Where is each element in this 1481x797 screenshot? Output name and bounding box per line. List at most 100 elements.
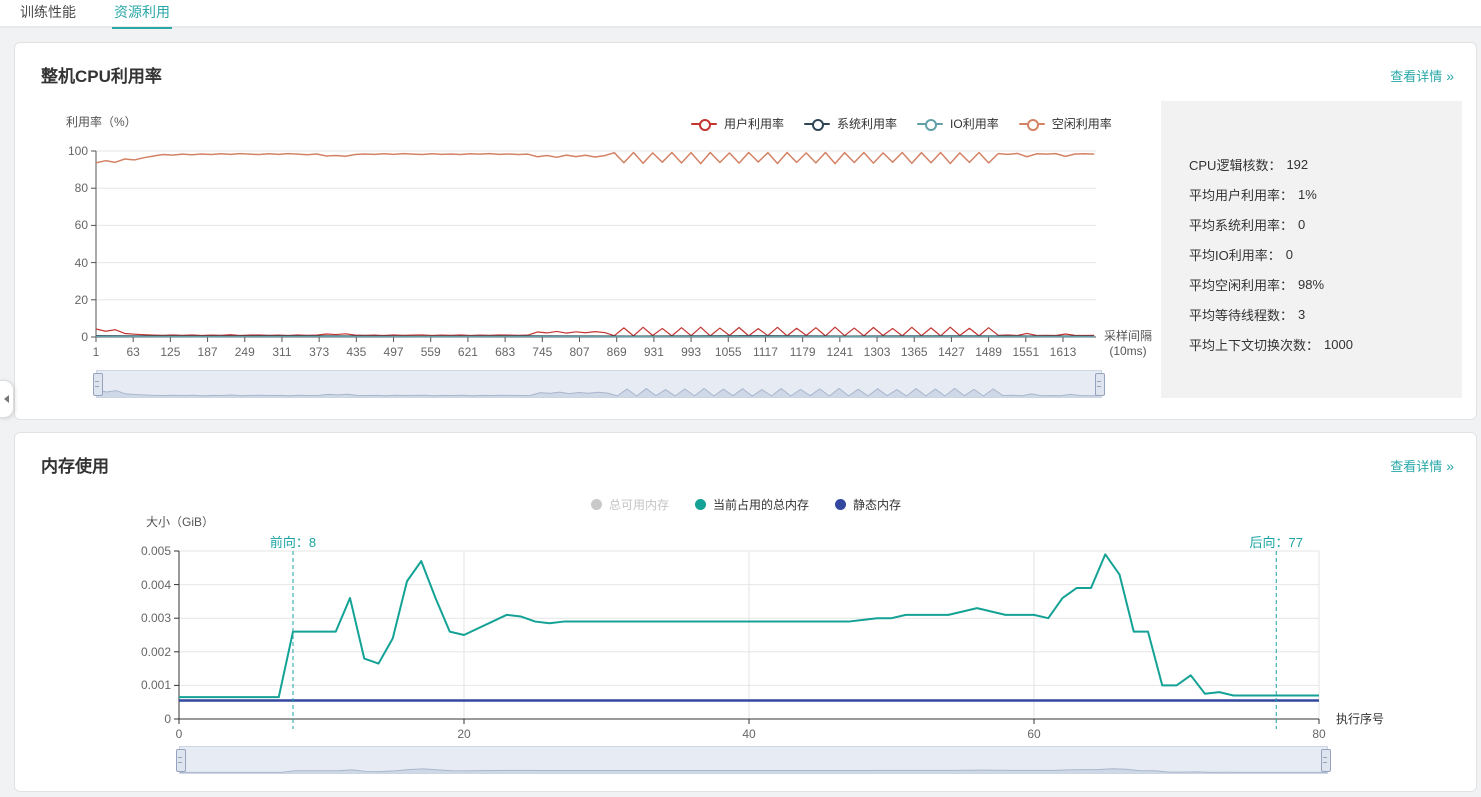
legend-item-current-used-memory[interactable]: 当前占用的总内存 [695, 496, 809, 513]
stat-logical-cores: CPU逻辑核数：192 [1189, 149, 1452, 179]
chevron-right-icon: » [1446, 68, 1454, 84]
stat-avg-io-utilization: 平均IO利用率：0 [1189, 239, 1452, 269]
dot-marker-icon [835, 499, 846, 510]
tick-label: 60 [75, 218, 96, 232]
cpu-legend: 用户利用率 系统利用率 IO利用率 [691, 115, 1112, 132]
tick-label: 435 [346, 345, 366, 359]
tick-label: 1117 [753, 345, 778, 359]
line-marker-icon [917, 119, 943, 129]
tick-label: 745 [532, 345, 552, 359]
tick-label: 497 [384, 345, 404, 359]
memory-x-axis-title: 执行序号 [1336, 710, 1384, 727]
tick-label: 993 [681, 345, 701, 359]
tick-label: 60 [1027, 727, 1040, 741]
memory-view-details-link[interactable]: 查看详情 » [1390, 456, 1454, 475]
tick-label: 311 [272, 345, 291, 359]
tick-label: 187 [198, 345, 218, 359]
tick-label: 621 [458, 345, 478, 359]
datazoom-right-handle[interactable] [1321, 749, 1331, 772]
legend-item-user-utilization[interactable]: 用户利用率 [691, 115, 784, 132]
cpu-datazoom-slider[interactable] [96, 370, 1102, 398]
tick-label: 1551 [1012, 345, 1039, 359]
tick-label: 40 [75, 256, 96, 270]
tick-label: 40 [742, 727, 755, 741]
tick-label: 0 [81, 330, 96, 344]
tick-label: 20 [75, 293, 96, 307]
tick-label: 373 [309, 345, 329, 359]
legend-label: 静态内存 [853, 496, 901, 513]
legend-label: 用户利用率 [724, 115, 784, 132]
datazoom-right-handle[interactable] [1095, 373, 1105, 396]
dot-marker-icon [695, 499, 706, 510]
tick-label: 869 [607, 345, 627, 359]
tick-label: 249 [235, 345, 255, 359]
memory-line-chart: 02040608000.0010.0020.0030.0040.005前向：8后… [179, 551, 1319, 719]
resource-utilization-page: 训练性能 资源利用 整机CPU利用率 查看详情 » 用户利用率 [0, 0, 1481, 797]
tab-training-performance[interactable]: 训练性能 [20, 0, 76, 27]
tick-label: 100 [68, 144, 96, 158]
tick-label: 559 [421, 345, 441, 359]
legend-label: 空闲利用率 [1052, 115, 1112, 132]
dot-marker-icon [591, 499, 602, 510]
stat-avg-context-switches: 平均上下文切换次数：1000 [1189, 329, 1452, 359]
legend-item-static-memory[interactable]: 静态内存 [835, 496, 901, 513]
tick-label: 20 [457, 727, 470, 741]
legend-label: 当前占用的总内存 [713, 496, 809, 513]
chevron-right-icon: » [1446, 458, 1454, 474]
tick-label: 0.003 [141, 611, 179, 625]
legend-label: 系统利用率 [837, 115, 897, 132]
cpu-utilization-card: 整机CPU利用率 查看详情 » 用户利用率 系统利用率 [14, 42, 1477, 420]
annotation-label: 后向：77 [1250, 532, 1303, 551]
memory-legend: 总可用内存 当前占用的总内存 静态内存 [591, 496, 901, 513]
tick-label: 931 [644, 345, 664, 359]
memory-card-title: 内存使用 [41, 452, 109, 477]
legend-label: 总可用内存 [609, 496, 669, 513]
tick-label: 0.001 [141, 678, 179, 692]
tick-label: 0 [176, 727, 183, 741]
tick-label: 1489 [975, 345, 1002, 359]
cpu-card-title: 整机CPU利用率 [41, 62, 162, 87]
stat-avg-user-utilization: 平均用户利用率：1% [1189, 179, 1452, 209]
legend-item-total-available-memory[interactable]: 总可用内存 [591, 496, 669, 513]
tick-label: 1613 [1050, 345, 1077, 359]
tick-label: 0.002 [141, 645, 179, 659]
legend-label: IO利用率 [950, 115, 999, 132]
tick-label: 0.005 [141, 544, 179, 558]
memory-y-axis-title: 大小（GiB） [146, 513, 214, 530]
cpu-view-details-link[interactable]: 查看详情 » [1390, 66, 1454, 85]
memory-usage-card: 内存使用 查看详情 » 总可用内存 当前占用的总内存 静态内存 大小（GiB） … [14, 432, 1477, 792]
cpu-x-axis-title: 采样间隔 (10ms) [1104, 329, 1152, 359]
tick-label: 0.004 [141, 578, 179, 592]
memory-datazoom-slider[interactable] [179, 746, 1328, 774]
line-marker-icon [1019, 119, 1045, 129]
legend-item-io-utilization[interactable]: IO利用率 [917, 115, 999, 132]
collapse-left-icon [4, 395, 9, 403]
legend-item-idle-utilization[interactable]: 空闲利用率 [1019, 115, 1112, 132]
tick-label: 683 [495, 345, 515, 359]
datazoom-left-handle[interactable] [176, 749, 186, 772]
tick-label: 1 [93, 345, 100, 359]
tick-label: 1365 [901, 345, 928, 359]
tick-label: 1241 [826, 345, 853, 359]
tick-label: 807 [569, 345, 589, 359]
tick-label: 1055 [715, 345, 742, 359]
cpu-stats-panel: CPU逻辑核数：192 平均用户利用率：1% 平均系统利用率：0 平均IO利用率… [1161, 101, 1462, 398]
legend-item-system-utilization[interactable]: 系统利用率 [804, 115, 897, 132]
tick-label: 1303 [864, 345, 891, 359]
memory-view-details-label: 查看详情 [1390, 456, 1442, 475]
stat-avg-waiting-threads: 平均等待线程数：3 [1189, 299, 1452, 329]
datazoom-left-handle[interactable] [93, 373, 103, 396]
line-marker-icon [691, 119, 717, 129]
stat-avg-idle-utilization: 平均空闲利用率：98% [1189, 269, 1452, 299]
tick-label: 80 [75, 181, 96, 195]
sidebar-collapse-button[interactable] [0, 380, 14, 418]
tick-label: 0 [164, 712, 179, 726]
cpu-view-details-label: 查看详情 [1390, 66, 1442, 85]
cpu-y-axis-title: 利用率（%） [66, 113, 137, 130]
tick-label: 1427 [938, 345, 965, 359]
tick-label: 80 [1312, 727, 1325, 741]
stat-avg-system-utilization: 平均系统利用率：0 [1189, 209, 1452, 239]
cpu-line-chart: 1631251872493113734354975596216837458078… [96, 151, 1096, 337]
line-marker-icon [804, 119, 830, 129]
tab-resource-utilization[interactable]: 资源利用 [114, 0, 170, 27]
